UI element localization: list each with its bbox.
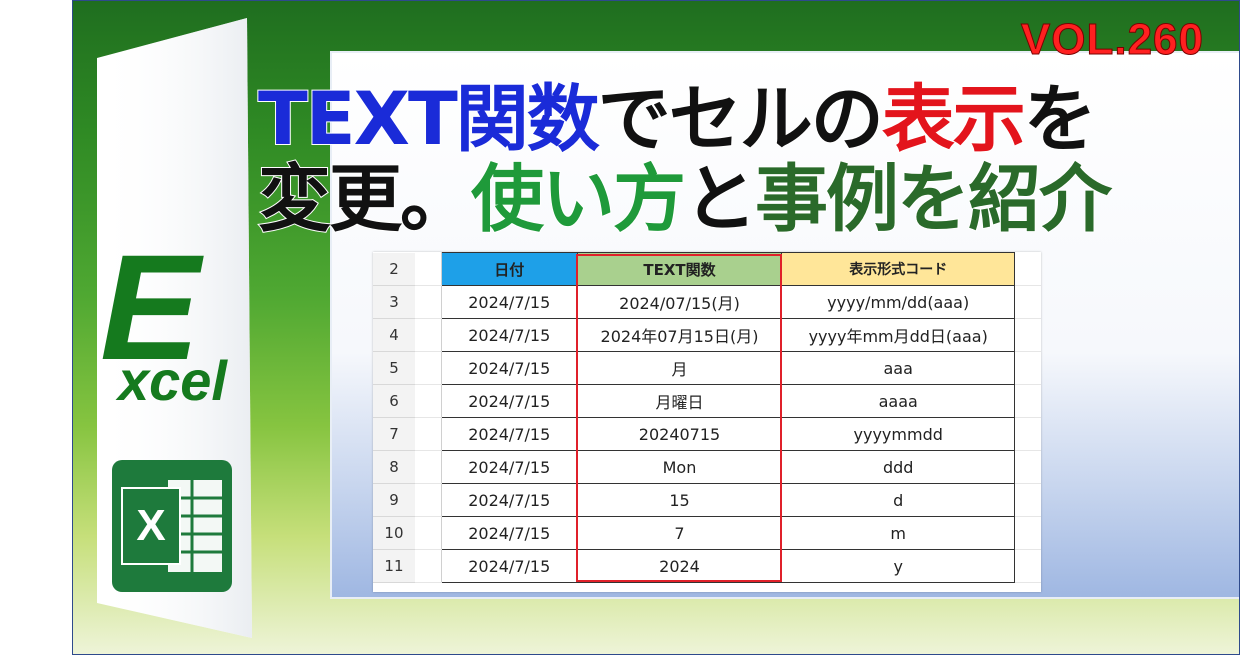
row-number: 5 (373, 351, 415, 385)
text-function-cell: 2024 (576, 549, 783, 583)
empty-cell (414, 351, 442, 385)
volume-badge: VOL.260 (1020, 15, 1204, 65)
format-code-cell: yyyy/mm/dd(aaa) (781, 285, 1016, 319)
text-function-cell: 月曜日 (576, 384, 783, 418)
text-function-cell: Mon (576, 450, 783, 484)
title-line-1: TEXT関数でセルの表示を (257, 77, 1098, 162)
title-segment: 事例を紹介 (754, 157, 1113, 242)
table-row: 5 2024/7/15 月 aaa (373, 351, 1041, 385)
empty-cell (414, 549, 442, 583)
table-row: 10 2024/7/15 7 m (373, 516, 1041, 550)
row-number: 10 (373, 516, 415, 550)
empty-cell (414, 285, 442, 319)
date-cell: 2024/7/15 (440, 516, 578, 550)
empty-cell (414, 252, 442, 286)
row-number: 2 (373, 252, 415, 286)
spreadsheet-table: 2 日付 TEXT関数 表示形式コード 3 2024/7/15 2024/07/… (373, 252, 1041, 583)
empty-cell (414, 516, 442, 550)
date-cell: 2024/7/15 (440, 450, 578, 484)
spreadsheet-screenshot: 2 日付 TEXT関数 表示形式コード 3 2024/7/15 2024/07/… (373, 252, 1041, 592)
title-segment: でセルの (597, 77, 885, 162)
row-number: 11 (373, 549, 415, 583)
table-row: 9 2024/7/15 15 d (373, 483, 1041, 517)
date-cell: 2024/7/15 (440, 483, 578, 517)
empty-cell (414, 483, 442, 517)
table-header-row: 2 日付 TEXT関数 表示形式コード (373, 252, 1041, 286)
empty-cell (414, 318, 442, 352)
title-segment: と (683, 157, 758, 242)
title-segment: を (1023, 77, 1098, 162)
date-cell: 2024/7/15 (440, 417, 578, 451)
date-cell: 2024/7/15 (440, 285, 578, 319)
date-cell: 2024/7/15 (440, 549, 578, 583)
table-row: 8 2024/7/15 Mon ddd (373, 450, 1041, 484)
title-segment: 変更。 (257, 157, 474, 242)
title-segment: 表示 (881, 77, 1027, 162)
text-function-cell: 2024/07/15(月) (576, 285, 783, 319)
table-row: 6 2024/7/15 月曜日 aaaa (373, 384, 1041, 418)
empty-cell (1014, 450, 1041, 484)
empty-cell (1014, 417, 1041, 451)
row-number: 8 (373, 450, 415, 484)
format-code-cell: y (781, 549, 1016, 583)
empty-cell (1014, 351, 1041, 385)
date-cell: 2024/7/15 (440, 384, 578, 418)
row-number: 9 (373, 483, 415, 517)
table-row: 7 2024/7/15 20240715 yyyymmdd (373, 417, 1041, 451)
empty-cell (1014, 483, 1041, 517)
date-cell: 2024/7/15 (440, 351, 578, 385)
empty-cell (1014, 252, 1041, 286)
format-code-cell: d (781, 483, 1016, 517)
empty-cell (414, 417, 442, 451)
format-code-cell: yyyy年mm月dd日(aaa) (781, 318, 1016, 352)
row-number: 7 (373, 417, 415, 451)
empty-cell (1014, 318, 1041, 352)
text-function-cell: 月 (576, 351, 783, 385)
header-date: 日付 (440, 252, 578, 286)
row-number: 3 (373, 285, 415, 319)
excel-xcel-logo: xcel (118, 349, 227, 412)
text-function-cell: 2024年07月15日(月) (576, 318, 783, 352)
text-function-cell: 20240715 (576, 417, 783, 451)
format-code-cell: ddd (781, 450, 1016, 484)
date-cell: 2024/7/15 (440, 318, 578, 352)
table-row: 4 2024/7/15 2024年07月15日(月) yyyy年mm月dd日(a… (373, 318, 1041, 352)
text-function-cell: 15 (576, 483, 783, 517)
format-code-cell: yyyymmdd (781, 417, 1016, 451)
empty-cell (1014, 516, 1041, 550)
empty-cell (414, 450, 442, 484)
title-segment: TEXT関数 (257, 77, 601, 162)
empty-cell (1014, 384, 1041, 418)
empty-cell (414, 384, 442, 418)
table-row: 11 2024/7/15 2024 y (373, 549, 1041, 583)
header-format-code: 表示形式コード (781, 252, 1016, 286)
excel-icon-letter: X (136, 501, 165, 550)
row-number: 6 (373, 384, 415, 418)
excel-app-icon: X (112, 460, 232, 592)
row-number: 4 (373, 318, 415, 352)
title-line-2: 変更。使い方と事例を紹介 (257, 157, 1113, 242)
title-segment: 使い方 (470, 157, 687, 242)
format-code-cell: aaa (781, 351, 1016, 385)
text-function-cell: 7 (576, 516, 783, 550)
format-code-cell: m (781, 516, 1016, 550)
header-text-function: TEXT関数 (576, 252, 783, 286)
table-row: 3 2024/7/15 2024/07/15(月) yyyy/mm/dd(aaa… (373, 285, 1041, 319)
format-code-cell: aaaa (781, 384, 1016, 418)
empty-cell (1014, 285, 1041, 319)
empty-cell (1014, 549, 1041, 583)
